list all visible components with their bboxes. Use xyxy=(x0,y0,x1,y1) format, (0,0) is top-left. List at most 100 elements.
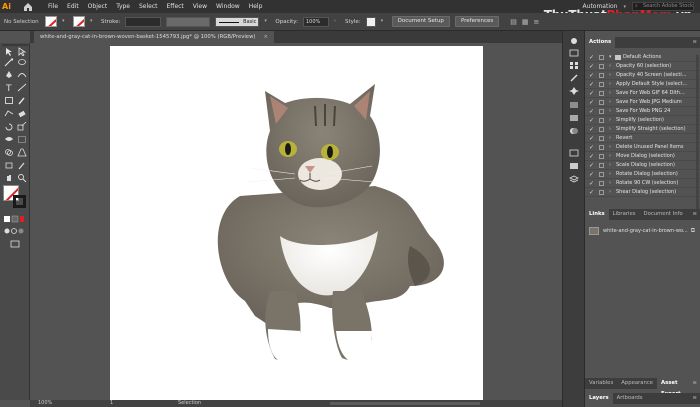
symbols-panel-icon[interactable] xyxy=(569,87,579,95)
stroke-color-box[interactable] xyxy=(13,195,26,208)
menu-file[interactable]: File xyxy=(48,3,58,10)
color-mode-icon[interactable] xyxy=(4,215,24,224)
dialog-toggle-box[interactable] xyxy=(599,190,604,195)
tab-artboards[interactable]: Artboards xyxy=(613,393,647,404)
tab-actions[interactable]: Actions xyxy=(585,37,616,48)
document-tab[interactable]: white-and-gray-cat-in-brown-woven-basket… xyxy=(34,31,274,43)
action-item[interactable]: ✓ › Shear Dialog (selection) xyxy=(585,188,700,197)
dialog-toggle-box[interactable] xyxy=(599,55,604,60)
chevron-right-icon[interactable]: › xyxy=(609,188,611,197)
dialog-toggle-box[interactable] xyxy=(599,154,604,159)
screen-mode-icon[interactable] xyxy=(10,240,20,249)
tab-variables[interactable]: Variables xyxy=(585,378,617,389)
checkmark-icon[interactable]: ✓ xyxy=(589,134,595,143)
checkmark-icon[interactable]: ✓ xyxy=(589,143,595,152)
checkmark-icon[interactable]: ✓ xyxy=(589,80,595,89)
checkmark-icon[interactable]: ✓ xyxy=(589,53,595,62)
checkmark-icon[interactable]: ✓ xyxy=(589,62,595,71)
chevron-right-icon[interactable]: › xyxy=(609,71,611,80)
action-item[interactable]: ✓ › Rotate 90 CW (selection) xyxy=(585,179,700,188)
chevron-right-icon[interactable]: › xyxy=(334,17,340,26)
appearance-panel-icon[interactable] xyxy=(569,149,579,157)
panel-menu-icon[interactable]: ≡ xyxy=(693,209,697,220)
chevron-right-icon[interactable]: › xyxy=(609,179,611,188)
tab-libraries[interactable]: Libraries xyxy=(609,209,640,220)
checkmark-icon[interactable]: ✓ xyxy=(589,170,595,179)
selection-tool-icon[interactable] xyxy=(4,47,14,56)
dialog-toggle-box[interactable] xyxy=(599,181,604,186)
transparency-panel-icon[interactable] xyxy=(569,127,579,135)
chevron-down-icon[interactable]: ▾ xyxy=(264,17,270,26)
dialog-toggle-box[interactable] xyxy=(599,136,604,141)
checkmark-icon[interactable]: ✓ xyxy=(589,179,595,188)
drawing-mode-icon[interactable] xyxy=(4,227,24,236)
color-panel-icon[interactable] xyxy=(569,37,579,45)
action-item[interactable]: ✓ › Opacity 60 (selection) xyxy=(585,62,700,71)
toolbar-grip[interactable] xyxy=(2,44,28,46)
action-item[interactable]: ✓ › Save For Web PNG 24 xyxy=(585,107,700,116)
checkmark-icon[interactable]: ✓ xyxy=(589,188,595,197)
panel-menu-icon[interactable]: ≡ xyxy=(534,18,540,26)
chevron-right-icon[interactable]: › xyxy=(609,143,611,152)
menu-help[interactable]: Help xyxy=(249,3,263,10)
menu-view[interactable]: View xyxy=(193,3,207,10)
width-tool-icon[interactable] xyxy=(4,135,14,144)
home-icon[interactable] xyxy=(22,1,34,13)
action-item[interactable]: ✓ › Move Dialog (selection) xyxy=(585,152,700,161)
stroke-panel-icon[interactable] xyxy=(569,101,579,109)
rectangle-tool-icon[interactable] xyxy=(4,96,14,105)
eraser-tool-icon[interactable] xyxy=(17,109,27,118)
action-item[interactable]: ✓ › Apply Default Style (select... xyxy=(585,80,700,89)
tab-links[interactable]: Links xyxy=(585,209,609,220)
zoom-level[interactable]: 100% xyxy=(38,400,52,407)
dialog-toggle-box[interactable] xyxy=(599,82,604,87)
chevron-right-icon[interactable]: › xyxy=(609,161,611,170)
menu-window[interactable]: Window xyxy=(216,3,240,10)
chevron-right-icon[interactable]: › xyxy=(609,89,611,98)
opacity-field[interactable]: 100% xyxy=(303,16,329,27)
panel-menu-icon[interactable]: ≡ xyxy=(693,378,697,389)
dialog-toggle-box[interactable] xyxy=(599,73,604,78)
lasso-tool-icon[interactable] xyxy=(17,58,27,67)
chevron-right-icon[interactable]: › xyxy=(609,125,611,134)
type-tool-icon[interactable]: T xyxy=(4,83,14,94)
close-icon[interactable]: × xyxy=(263,31,267,43)
hand-tool-icon[interactable] xyxy=(4,173,14,182)
chevron-right-icon[interactable]: › xyxy=(609,170,611,179)
swatches-panel-icon[interactable] xyxy=(569,61,579,69)
graphic-styles-panel-icon[interactable] xyxy=(569,162,579,170)
chevron-down-icon[interactable]: ▾ xyxy=(381,17,387,26)
magic-wand-tool-icon[interactable] xyxy=(4,58,14,67)
fill-swatch[interactable] xyxy=(45,16,57,27)
action-item[interactable]: ✓ › Save For Web GIF 64 Dith... xyxy=(585,89,700,98)
link-item[interactable]: white-and-gray-cat-in-brown-wo... ⧉ xyxy=(589,226,697,236)
shaper-tool-icon[interactable] xyxy=(4,109,14,118)
line-tool-icon[interactable] xyxy=(17,83,27,92)
graphic-style-swatch[interactable] xyxy=(365,16,376,27)
chevron-right-icon[interactable]: › xyxy=(609,80,611,89)
document-setup-button[interactable]: Document Setup xyxy=(391,16,450,27)
menu-type[interactable]: Type xyxy=(116,3,130,10)
menu-edit[interactable]: Edit xyxy=(67,3,79,10)
dialog-toggle-box[interactable] xyxy=(599,163,604,168)
variable-width-profile[interactable] xyxy=(166,16,211,27)
brushes-panel-icon[interactable] xyxy=(569,74,579,82)
chevron-down-icon[interactable]: ▾ xyxy=(90,17,96,26)
scale-tool-icon[interactable] xyxy=(17,121,27,131)
action-item[interactable]: ✓ › Delete Unused Panel Items xyxy=(585,143,700,152)
curvature-tool-icon[interactable] xyxy=(17,70,27,79)
zoom-tool-icon[interactable] xyxy=(17,173,27,183)
action-item[interactable]: ✓ › Simplify (selection) xyxy=(585,116,700,125)
tab-appearance[interactable]: Appearance xyxy=(617,378,657,389)
artboard-number[interactable]: 1 xyxy=(110,400,113,407)
cat-image[interactable] xyxy=(110,46,483,400)
shape-builder-tool-icon[interactable] xyxy=(4,148,14,157)
menu-effect[interactable]: Effect xyxy=(167,3,184,10)
action-item[interactable]: ✓ › Opacity 40 Screen (selecti... xyxy=(585,71,700,80)
dialog-toggle-box[interactable] xyxy=(599,100,604,105)
stroke-weight-field[interactable] xyxy=(125,16,162,27)
chevron-right-icon[interactable]: › xyxy=(609,152,611,161)
eyedropper-tool-icon[interactable] xyxy=(17,161,27,170)
checkmark-icon[interactable]: ✓ xyxy=(589,71,595,80)
paintbrush-tool-icon[interactable] xyxy=(17,96,27,105)
